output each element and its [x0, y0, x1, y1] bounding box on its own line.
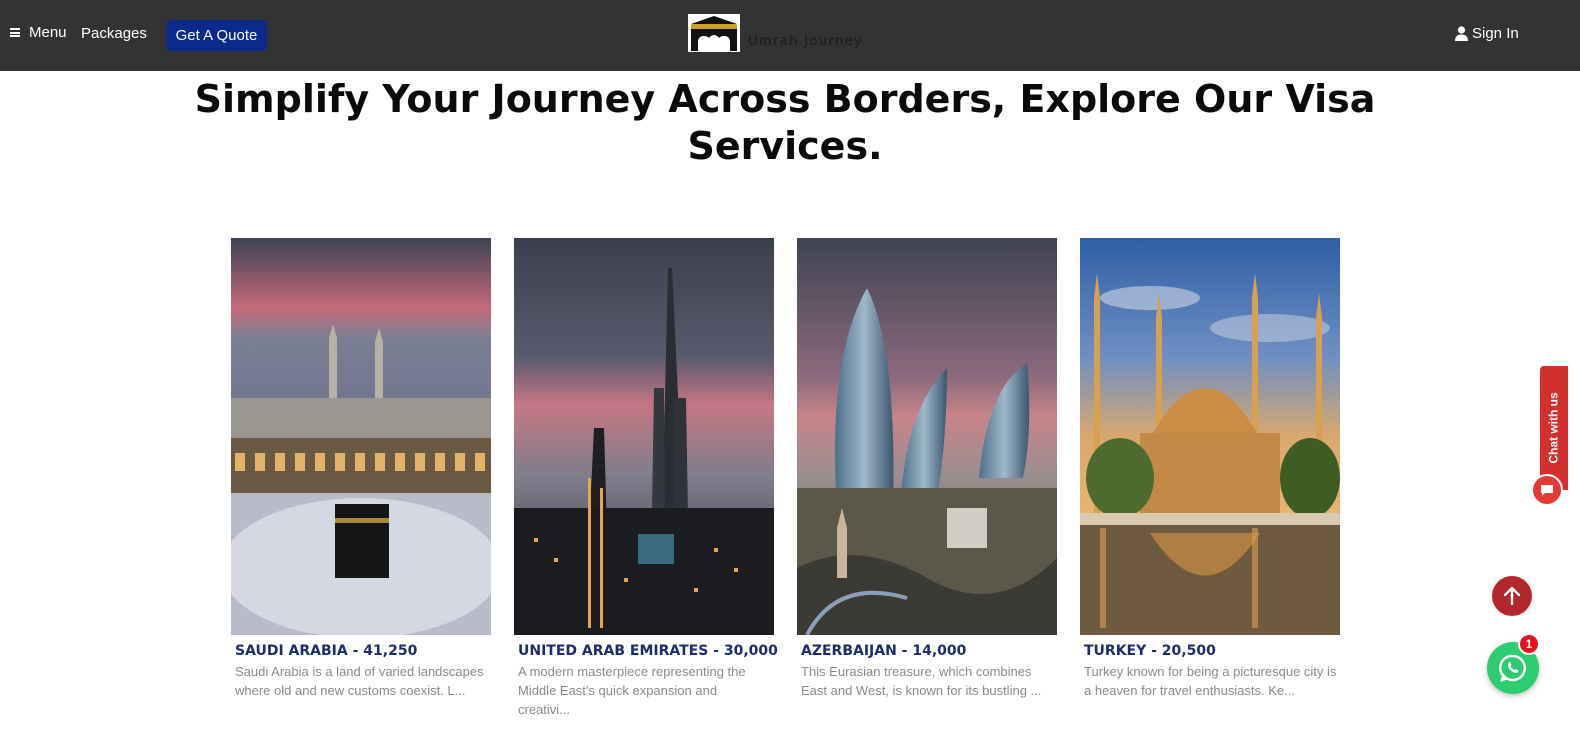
- logo-text: Umrah Journey: [748, 34, 864, 49]
- chat-tab-label: Chat with us: [1547, 392, 1561, 464]
- visa-card-uae[interactable]: UNITED ARAB EMIRATES - 30,000 A modern m…: [514, 238, 778, 719]
- hamburger-icon: [10, 28, 20, 37]
- sign-in-link[interactable]: Sign In: [1455, 25, 1519, 42]
- turkey-image: [1080, 238, 1340, 635]
- scroll-to-top-button[interactable]: [1492, 576, 1532, 616]
- card-description: A modern masterpiece representing the Mi…: [518, 664, 746, 717]
- menu-button[interactable]: Menu: [10, 24, 67, 41]
- whatsapp-notification-badge: 1: [1518, 633, 1540, 655]
- card-description: Saudi Arabia is a land of varied landsca…: [235, 664, 484, 698]
- user-icon: [1455, 26, 1468, 41]
- saudi-arabia-image: [231, 238, 491, 635]
- packages-link[interactable]: Packages: [81, 25, 147, 42]
- card-description: This Eurasian treasure, which combines E…: [801, 664, 1042, 698]
- chat-bubble-button[interactable]: [1531, 474, 1563, 506]
- card-description: Turkey known for being a picturesque cit…: [1084, 664, 1337, 698]
- kaaba-logo-icon: [688, 14, 740, 52]
- uae-image: [514, 238, 774, 635]
- page-title-line2: Services.: [687, 124, 883, 168]
- card-title[interactable]: UNITED ARAB EMIRATES - 30,000: [514, 642, 778, 660]
- get-a-quote-button[interactable]: Get A Quote: [166, 20, 267, 51]
- top-navbar: Menu Packages Get A Quote Umrah Journey …: [0, 0, 1580, 71]
- menu-label: Menu: [29, 24, 67, 41]
- page-title-line1: Simplify Your Journey Across Borders, Ex…: [194, 77, 1376, 121]
- card-title[interactable]: TURKEY - 20,500: [1080, 642, 1340, 660]
- visa-card-azerbaijan[interactable]: AZERBAIJAN - 14,000 This Eurasian treasu…: [797, 238, 1057, 700]
- visa-card-saudi-arabia[interactable]: SAUDI ARABIA - 41,250 Saudi Arabia is a …: [231, 238, 491, 700]
- visa-card-turkey[interactable]: TURKEY - 20,500 Turkey known for being a…: [1080, 238, 1340, 700]
- azerbaijan-image: [797, 238, 1057, 635]
- site-logo[interactable]: Umrah Journey: [688, 14, 863, 52]
- chat-icon: [1541, 484, 1553, 496]
- whatsapp-icon: [1498, 654, 1527, 682]
- arrow-up-icon: [1503, 586, 1521, 606]
- card-title[interactable]: SAUDI ARABIA - 41,250: [231, 642, 491, 660]
- page-title: Simplify Your Journey Across Borders, Ex…: [190, 76, 1380, 170]
- sign-in-label: Sign In: [1472, 25, 1519, 42]
- chat-with-us-tab[interactable]: Chat with us: [1540, 366, 1568, 490]
- card-title[interactable]: AZERBAIJAN - 14,000: [797, 642, 1057, 660]
